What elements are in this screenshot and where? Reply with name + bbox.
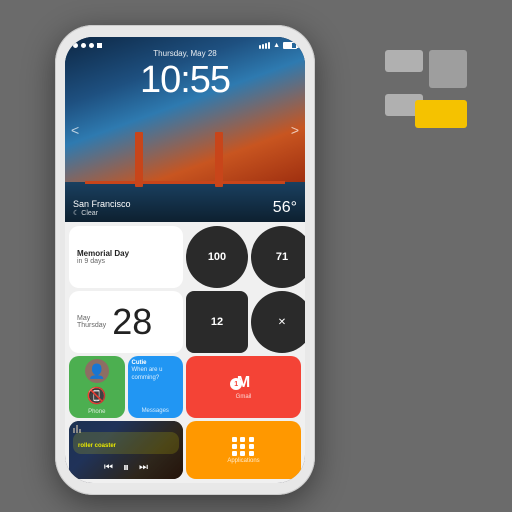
bridge-tower-left [135,132,143,187]
music-controls[interactable]: ⏮ ⏸ ⏭ [69,457,183,479]
chevron-left-icon[interactable]: < [71,122,79,138]
missed-call-icon: 📵 [87,386,107,406]
contact-avatar: 👤 [85,359,109,383]
date-month: May [77,315,106,322]
bridge-deck [85,181,285,184]
logo-block-yellow [415,100,467,128]
status-icon-1 [73,43,78,48]
phone-screen: ▲ Thursday, May 28 10:55 < > San Francis… [65,37,305,483]
date-weekday: Thursday [77,322,106,329]
play-pause-button[interactable]: ⏸ [123,460,129,475]
lockscreen-hero: ▲ Thursday, May 28 10:55 < > San Francis… [65,37,305,222]
music-inner: roller coaster ⏮ ⏸ ⏭ [69,421,183,479]
phone-mockup: ▲ Thursday, May 28 10:55 < > San Francis… [55,25,315,495]
messages-widget[interactable]: Cutie When are u comming? Messages [128,356,184,418]
prev-button[interactable]: ⏮ [104,462,113,473]
gmail-label: Gmail [236,394,252,400]
gmail-icon-container: M 1 [237,374,250,392]
widgets-grid: Memorial Day in 9 days 100 71 12 ✕ [65,222,305,483]
message-preview: When are u comming? [132,367,180,383]
phone-label: Phone [88,409,105,415]
logo-block-gray-top [385,50,423,72]
status-icon-2 [81,43,86,48]
status-right-icons: ▲ [259,42,297,49]
apps-grid-icon [232,437,256,456]
circle-widget-71: 71 [251,226,305,288]
date-month-day: May Thursday [77,315,106,329]
avatar-icon: 👤 [88,363,105,380]
circles-widget: 100 71 12 ✕ [186,226,301,353]
circle-widget-100: 100 [186,226,248,288]
weather-overlay: San Francisco ☾ Clear 56° [73,199,297,217]
circle-widget-12: 12 [186,291,248,353]
chevron-right-icon[interactable]: > [291,122,299,138]
logo-block-gray-right [429,50,467,88]
weather-condition: ☾ Clear [73,209,131,217]
signal-icon [259,42,270,49]
memorial-subtitle: in 9 days [77,258,105,265]
memorial-day-widget: Memorial Day in 9 days [69,226,183,288]
battery-icon [283,42,297,49]
next-button[interactable]: ⏭ [139,462,148,473]
applications-label: Applications [227,458,259,464]
message-from: Cutie [132,360,147,366]
status-left-icons [73,43,102,48]
gmail-widget[interactable]: M 1 Gmail [186,356,301,418]
date-day-number: 28 [112,304,152,340]
moon-icon: ☾ [73,209,79,217]
applications-widget[interactable]: Applications [186,421,301,479]
music-track-name: roller coaster [73,432,179,454]
messages-label: Messages [142,408,169,414]
arrow-widget: ✕ [251,291,305,353]
status-icon-4 [97,43,102,48]
weather-temp: 56° [273,199,297,217]
memorial-title: Memorial Day [77,249,129,258]
wifi-icon: ▲ [273,42,280,49]
bridge-tower-right [215,132,223,187]
phone-app-widget[interactable]: 👤 📵 Phone [69,356,125,418]
weather-location: San Francisco ☾ Clear [73,199,131,217]
time-display: 10:55 [65,59,305,102]
app-logo [377,50,467,140]
music-widget[interactable]: roller coaster ⏮ ⏸ ⏭ [69,421,183,479]
weather-city: San Francisco [73,199,131,209]
date-widget: May Thursday 28 [69,291,183,353]
status-icon-3 [89,43,94,48]
arrow-icon: ✕ [278,317,286,328]
